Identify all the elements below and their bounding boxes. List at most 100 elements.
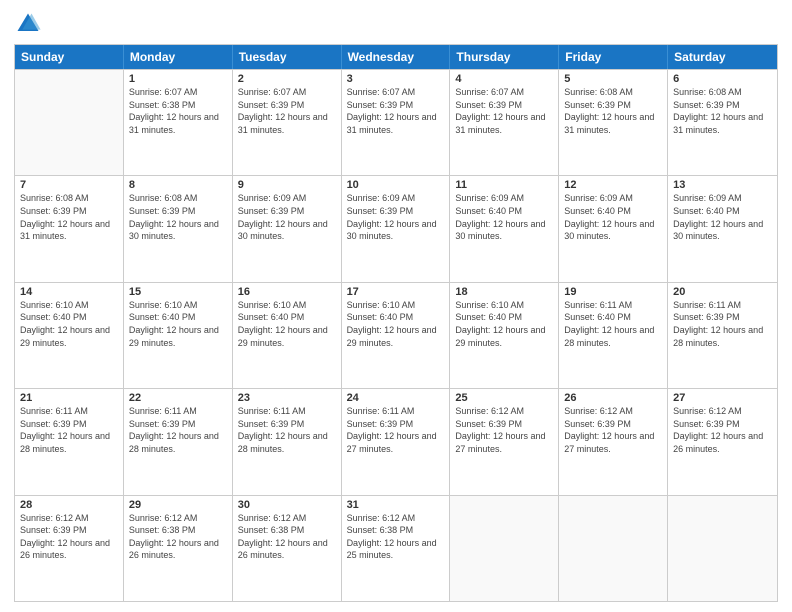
calendar-cell: 1Sunrise: 6:07 AMSunset: 6:38 PMDaylight…: [124, 70, 233, 175]
calendar-cell: 26Sunrise: 6:12 AMSunset: 6:39 PMDayligh…: [559, 389, 668, 494]
calendar-cell: 29Sunrise: 6:12 AMSunset: 6:38 PMDayligh…: [124, 496, 233, 601]
day-info: Sunrise: 6:12 AMSunset: 6:38 PMDaylight:…: [238, 512, 336, 562]
weekday-header: Monday: [124, 45, 233, 69]
day-info: Sunrise: 6:11 AMSunset: 6:39 PMDaylight:…: [673, 299, 772, 349]
calendar-row: 28Sunrise: 6:12 AMSunset: 6:39 PMDayligh…: [15, 495, 777, 601]
day-info: Sunrise: 6:11 AMSunset: 6:39 PMDaylight:…: [238, 405, 336, 455]
day-number: 1: [129, 73, 227, 85]
logo: [14, 10, 46, 38]
calendar-cell: 5Sunrise: 6:08 AMSunset: 6:39 PMDaylight…: [559, 70, 668, 175]
day-info: Sunrise: 6:12 AMSunset: 6:39 PMDaylight:…: [455, 405, 553, 455]
day-info: Sunrise: 6:07 AMSunset: 6:39 PMDaylight:…: [238, 86, 336, 136]
calendar-cell: 30Sunrise: 6:12 AMSunset: 6:38 PMDayligh…: [233, 496, 342, 601]
day-number: 20: [673, 286, 772, 298]
day-info: Sunrise: 6:11 AMSunset: 6:39 PMDaylight:…: [129, 405, 227, 455]
logo-icon: [14, 10, 42, 38]
day-info: Sunrise: 6:12 AMSunset: 6:39 PMDaylight:…: [673, 405, 772, 455]
calendar-cell: 22Sunrise: 6:11 AMSunset: 6:39 PMDayligh…: [124, 389, 233, 494]
day-info: Sunrise: 6:07 AMSunset: 6:39 PMDaylight:…: [455, 86, 553, 136]
calendar-cell: 20Sunrise: 6:11 AMSunset: 6:39 PMDayligh…: [668, 283, 777, 388]
day-info: Sunrise: 6:09 AMSunset: 6:40 PMDaylight:…: [673, 192, 772, 242]
day-number: 21: [20, 392, 118, 404]
day-info: Sunrise: 6:12 AMSunset: 6:39 PMDaylight:…: [20, 512, 118, 562]
day-info: Sunrise: 6:11 AMSunset: 6:39 PMDaylight:…: [20, 405, 118, 455]
day-info: Sunrise: 6:10 AMSunset: 6:40 PMDaylight:…: [347, 299, 445, 349]
calendar-cell: 25Sunrise: 6:12 AMSunset: 6:39 PMDayligh…: [450, 389, 559, 494]
day-number: 24: [347, 392, 445, 404]
calendar-cell: 12Sunrise: 6:09 AMSunset: 6:40 PMDayligh…: [559, 176, 668, 281]
calendar-cell: 9Sunrise: 6:09 AMSunset: 6:39 PMDaylight…: [233, 176, 342, 281]
day-info: Sunrise: 6:07 AMSunset: 6:39 PMDaylight:…: [347, 86, 445, 136]
calendar-cell: [450, 496, 559, 601]
day-number: 15: [129, 286, 227, 298]
weekday-header: Tuesday: [233, 45, 342, 69]
day-number: 2: [238, 73, 336, 85]
header: [14, 10, 778, 38]
calendar-row: 1Sunrise: 6:07 AMSunset: 6:38 PMDaylight…: [15, 69, 777, 175]
weekday-header: Saturday: [668, 45, 777, 69]
calendar-cell: 24Sunrise: 6:11 AMSunset: 6:39 PMDayligh…: [342, 389, 451, 494]
calendar-row: 21Sunrise: 6:11 AMSunset: 6:39 PMDayligh…: [15, 388, 777, 494]
calendar-cell: 31Sunrise: 6:12 AMSunset: 6:38 PMDayligh…: [342, 496, 451, 601]
calendar-cell: 23Sunrise: 6:11 AMSunset: 6:39 PMDayligh…: [233, 389, 342, 494]
day-number: 31: [347, 499, 445, 511]
day-number: 7: [20, 179, 118, 191]
day-info: Sunrise: 6:08 AMSunset: 6:39 PMDaylight:…: [129, 192, 227, 242]
day-info: Sunrise: 6:09 AMSunset: 6:40 PMDaylight:…: [564, 192, 662, 242]
day-number: 5: [564, 73, 662, 85]
day-number: 8: [129, 179, 227, 191]
day-info: Sunrise: 6:08 AMSunset: 6:39 PMDaylight:…: [564, 86, 662, 136]
weekday-header: Sunday: [15, 45, 124, 69]
calendar-cell: 10Sunrise: 6:09 AMSunset: 6:39 PMDayligh…: [342, 176, 451, 281]
calendar-cell: 15Sunrise: 6:10 AMSunset: 6:40 PMDayligh…: [124, 283, 233, 388]
calendar-header: SundayMondayTuesdayWednesdayThursdayFrid…: [15, 45, 777, 69]
day-number: 13: [673, 179, 772, 191]
calendar-cell: 13Sunrise: 6:09 AMSunset: 6:40 PMDayligh…: [668, 176, 777, 281]
day-info: Sunrise: 6:10 AMSunset: 6:40 PMDaylight:…: [20, 299, 118, 349]
calendar-cell: 14Sunrise: 6:10 AMSunset: 6:40 PMDayligh…: [15, 283, 124, 388]
day-number: 10: [347, 179, 445, 191]
day-info: Sunrise: 6:11 AMSunset: 6:39 PMDaylight:…: [347, 405, 445, 455]
day-number: 28: [20, 499, 118, 511]
day-info: Sunrise: 6:12 AMSunset: 6:38 PMDaylight:…: [129, 512, 227, 562]
day-info: Sunrise: 6:12 AMSunset: 6:39 PMDaylight:…: [564, 405, 662, 455]
day-number: 18: [455, 286, 553, 298]
day-number: 17: [347, 286, 445, 298]
calendar-cell: 2Sunrise: 6:07 AMSunset: 6:39 PMDaylight…: [233, 70, 342, 175]
day-number: 25: [455, 392, 553, 404]
calendar-cell: 16Sunrise: 6:10 AMSunset: 6:40 PMDayligh…: [233, 283, 342, 388]
day-info: Sunrise: 6:10 AMSunset: 6:40 PMDaylight:…: [129, 299, 227, 349]
calendar-cell: 18Sunrise: 6:10 AMSunset: 6:40 PMDayligh…: [450, 283, 559, 388]
calendar-cell: 21Sunrise: 6:11 AMSunset: 6:39 PMDayligh…: [15, 389, 124, 494]
calendar-cell: 17Sunrise: 6:10 AMSunset: 6:40 PMDayligh…: [342, 283, 451, 388]
weekday-header: Wednesday: [342, 45, 451, 69]
day-info: Sunrise: 6:09 AMSunset: 6:40 PMDaylight:…: [455, 192, 553, 242]
day-info: Sunrise: 6:09 AMSunset: 6:39 PMDaylight:…: [238, 192, 336, 242]
day-number: 19: [564, 286, 662, 298]
calendar-cell: 6Sunrise: 6:08 AMSunset: 6:39 PMDaylight…: [668, 70, 777, 175]
page: SundayMondayTuesdayWednesdayThursdayFrid…: [0, 0, 792, 612]
day-number: 22: [129, 392, 227, 404]
day-info: Sunrise: 6:09 AMSunset: 6:39 PMDaylight:…: [347, 192, 445, 242]
day-info: Sunrise: 6:10 AMSunset: 6:40 PMDaylight:…: [238, 299, 336, 349]
day-info: Sunrise: 6:11 AMSunset: 6:40 PMDaylight:…: [564, 299, 662, 349]
day-number: 6: [673, 73, 772, 85]
calendar-row: 7Sunrise: 6:08 AMSunset: 6:39 PMDaylight…: [15, 175, 777, 281]
day-number: 29: [129, 499, 227, 511]
day-number: 30: [238, 499, 336, 511]
calendar-cell: 27Sunrise: 6:12 AMSunset: 6:39 PMDayligh…: [668, 389, 777, 494]
weekday-header: Friday: [559, 45, 668, 69]
day-info: Sunrise: 6:07 AMSunset: 6:38 PMDaylight:…: [129, 86, 227, 136]
day-number: 16: [238, 286, 336, 298]
calendar-cell: 11Sunrise: 6:09 AMSunset: 6:40 PMDayligh…: [450, 176, 559, 281]
day-info: Sunrise: 6:08 AMSunset: 6:39 PMDaylight:…: [673, 86, 772, 136]
day-info: Sunrise: 6:08 AMSunset: 6:39 PMDaylight:…: [20, 192, 118, 242]
calendar-cell: 19Sunrise: 6:11 AMSunset: 6:40 PMDayligh…: [559, 283, 668, 388]
day-number: 14: [20, 286, 118, 298]
day-number: 12: [564, 179, 662, 191]
calendar: SundayMondayTuesdayWednesdayThursdayFrid…: [14, 44, 778, 602]
day-number: 27: [673, 392, 772, 404]
day-number: 26: [564, 392, 662, 404]
day-number: 11: [455, 179, 553, 191]
calendar-row: 14Sunrise: 6:10 AMSunset: 6:40 PMDayligh…: [15, 282, 777, 388]
